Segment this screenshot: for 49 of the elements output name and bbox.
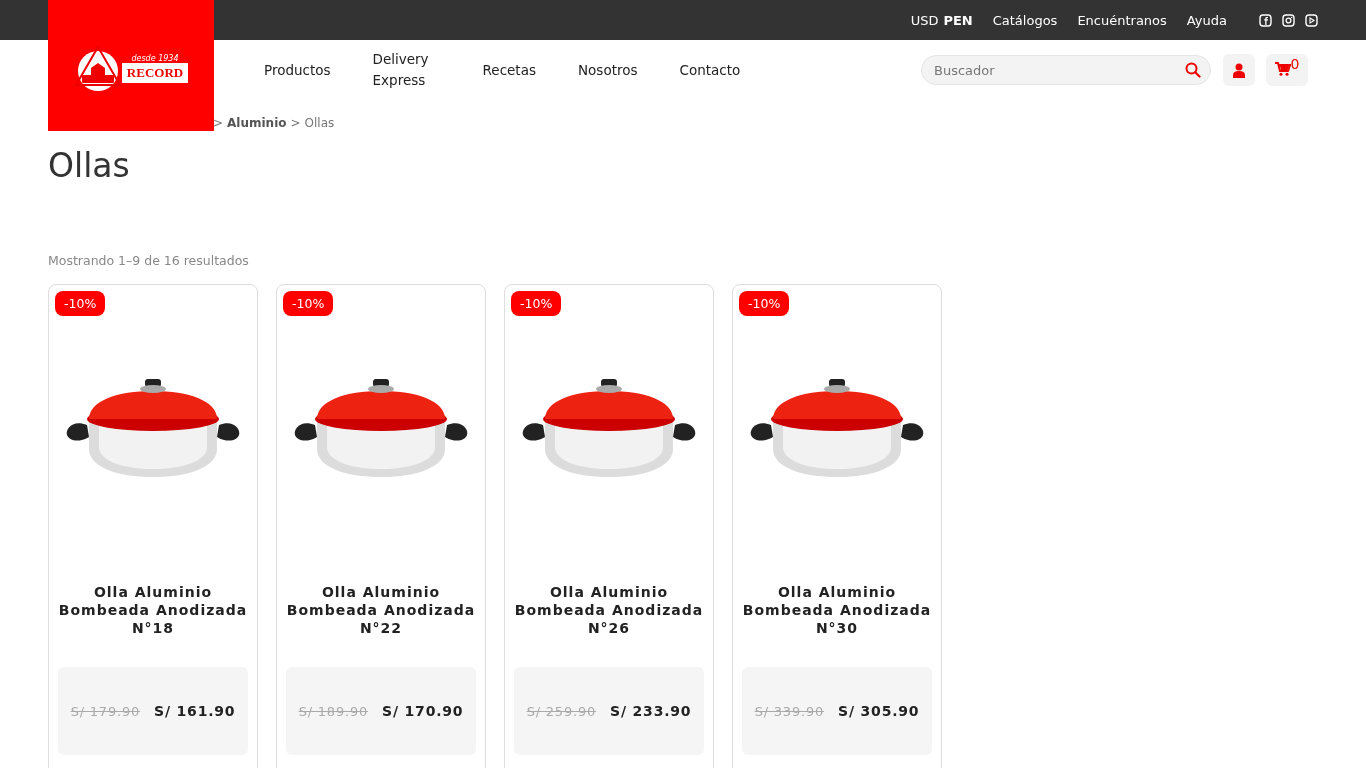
product-card[interactable]: -10% Olla Aluminio Bombeada Anodizada N°26 S/ 259.90 S/ 233.90	[504, 284, 714, 768]
nav-link[interactable]: Productos	[264, 62, 331, 78]
old-price: S/ 339.90	[754, 703, 825, 719]
search-icon[interactable]	[1185, 62, 1201, 78]
user-icon	[1233, 62, 1245, 78]
nav-link[interactable]: Recetas	[482, 62, 536, 78]
result-count: Mostrando 1–9 de 16 resultados	[48, 253, 250, 268]
nav-link[interactable]: Contacto	[679, 62, 741, 78]
cart-icon	[1274, 62, 1291, 76]
old-price: S/ 259.90	[526, 703, 597, 719]
play-icon[interactable]	[1305, 13, 1318, 27]
instagram-icon[interactable]	[1282, 13, 1295, 27]
current-page-label: Ollas	[304, 116, 335, 132]
top-link[interactable]: Catálogos	[992, 12, 1058, 28]
currency-option[interactable]: PEN	[943, 12, 973, 28]
product-card[interactable]: -10% Olla Aluminio Bombeada Anodizada N°22 S/ 189.90 S/ 170.90	[276, 284, 486, 768]
nav-link[interactable]: Delivery Express	[372, 49, 441, 91]
product-card[interactable]: -10% Olla Aluminio Bombeada Anodizada N°18 S/ 179.90 S/ 161.90	[48, 284, 258, 768]
discount-badge: -10%	[55, 291, 106, 316]
currency-option[interactable]: USD	[910, 12, 939, 28]
page-title: Ollas	[48, 146, 131, 185]
logo[interactable]: desde 1934 RECORD	[48, 0, 214, 131]
nav-link[interactable]: Nosotros	[578, 62, 638, 78]
top-link[interactable]: Encuéntranos	[1077, 12, 1167, 28]
product-name[interactable]: Olla Aluminio Bombeada Anodizada N°26	[505, 583, 713, 637]
product-name[interactable]: Olla Aluminio Bombeada Anodizada N°18	[49, 583, 257, 637]
sale-price: S/ 233.90	[610, 703, 692, 719]
sale-price: S/ 161.90	[154, 703, 236, 719]
product-name[interactable]: Olla Aluminio Bombeada Anodizada N°30	[733, 583, 941, 637]
breadcrumb-separator: >	[213, 116, 224, 132]
triangle-emblem-icon	[73, 44, 122, 93]
sale-price: S/ 305.90	[838, 703, 920, 719]
discount-badge: -10%	[739, 291, 790, 316]
old-price: S/ 189.90	[298, 703, 369, 719]
top-link[interactable]: Ayuda	[1186, 12, 1227, 28]
old-price: S/ 179.90	[70, 703, 141, 719]
logo-wordmark: RECORD	[121, 63, 189, 83]
account-button[interactable]	[1223, 54, 1255, 86]
facebook-icon[interactable]	[1259, 13, 1272, 27]
cart-button[interactable]: 0	[1266, 54, 1308, 86]
discount-badge: -10%	[283, 291, 334, 316]
search-field[interactable]: Buscador	[921, 55, 1211, 85]
product-name[interactable]: Olla Aluminio Bombeada Anodizada N°22	[277, 583, 485, 637]
logo-tagline: desde 1934	[131, 54, 179, 63]
sale-price: S/ 170.90	[382, 703, 464, 719]
discount-badge: -10%	[511, 291, 562, 316]
breadcrumb-separator: >	[290, 116, 301, 132]
product-card[interactable]: -10% Olla Aluminio Bombeada Anodizada N°30 S/ 339.90 S/ 305.90	[732, 284, 942, 768]
breadcrumb-link[interactable]: Aluminio	[227, 116, 287, 132]
